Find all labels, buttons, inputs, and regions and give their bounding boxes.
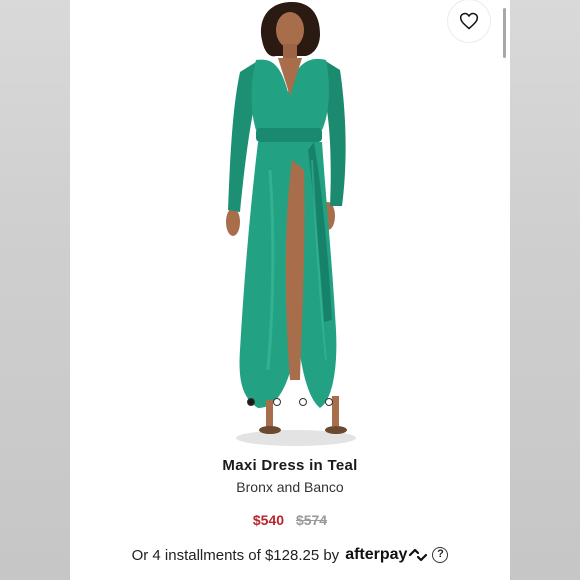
- image-carousel-dots: [70, 398, 510, 406]
- carousel-dot-2[interactable]: [273, 398, 281, 406]
- left-background: [0, 0, 70, 580]
- product-brand[interactable]: Bronx and Banco: [70, 479, 510, 495]
- product-image[interactable]: [70, 0, 510, 450]
- installments-text: Or 4 installments of $128.25 by: [131, 546, 340, 564]
- product-card: Maxi Dress in Teal Bronx and Banco $540 …: [70, 0, 510, 580]
- teal-maxi-dress-photo: [226, 2, 356, 446]
- afterpay-arrows-icon: [409, 548, 428, 562]
- wishlist-button[interactable]: [448, 0, 490, 42]
- right-background: [510, 0, 580, 580]
- scrollbar[interactable]: [503, 8, 506, 58]
- carousel-dot-1[interactable]: [247, 398, 255, 406]
- price-row: $540 $574: [70, 512, 510, 528]
- sale-price: $540: [252, 512, 285, 528]
- installments-row: Or 4 installments of $128.25 by afterpay…: [70, 546, 510, 564]
- product-title: Maxi Dress in Teal: [222, 457, 358, 474]
- heart-icon: [459, 12, 479, 30]
- help-button[interactable]: ?: [432, 547, 449, 563]
- afterpay-logo-text: afterpay: [345, 546, 408, 563]
- original-price: $574: [295, 512, 328, 528]
- carousel-dot-4[interactable]: [325, 398, 333, 406]
- carousel-dot-3[interactable]: [299, 398, 307, 406]
